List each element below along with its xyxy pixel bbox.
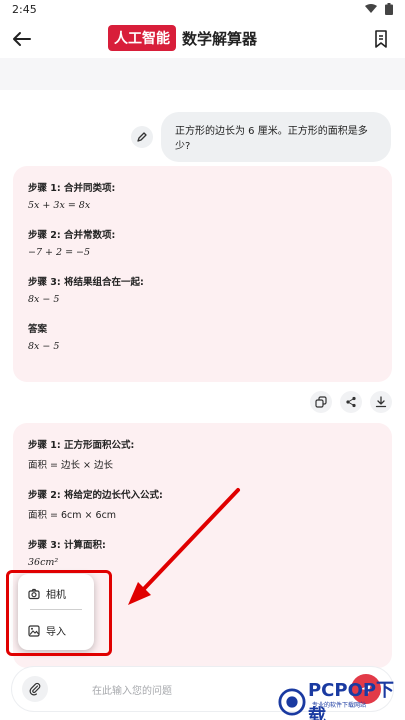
step-heading: 步骤 3: 将结果组合在一起: [28,277,144,288]
copy-button[interactable] [310,391,332,413]
page-title: 数学解算器 [182,29,258,48]
step-heading: 步骤 1: 正方形面积公式: [28,440,135,451]
ai-badge: 人工智能 [108,25,176,51]
edit-message-button[interactable] [131,126,153,148]
user-message-bubble: 正方形的边长为 6 厘米。正方形的面积是多少? [161,112,391,162]
step-equation: −7 + 2 = −5 [28,247,91,258]
download-button[interactable] [370,391,392,413]
back-button[interactable] [8,25,36,53]
paperclip-icon [29,682,41,696]
arrow-left-icon [13,32,31,46]
user-message-row: 正方形的边长为 6 厘米。正方形的面积是多少? [131,112,391,162]
share-button[interactable] [340,391,362,413]
pencil-icon [137,132,147,142]
status-icons [365,3,393,15]
bookmark-button[interactable] [369,27,393,51]
download-icon [375,396,387,408]
attach-button[interactable] [22,676,48,702]
watermark-text: PCPOP下载 [307,680,395,720]
solution-step: 步骤 2: 合并常数项: −7 + 2 = −5 [28,227,377,258]
pcpop-watermark: PCPOP下载 专业的软件下载网站 [278,676,405,720]
pcpop-logo-icon [278,688,306,716]
answer-card-1: 步骤 1: 合并同类项: 5x + 3x = 8x 步骤 2: 合并常数项: −… [13,166,392,382]
solution-step: 步骤 3: 将结果组合在一起: 8x − 5 [28,274,377,305]
step-equation: 8x − 5 [28,294,60,305]
step-heading: 步骤 2: 将给定的边长代入公式: [28,490,163,501]
solution-step: 步骤 3: 计算面积: 36cm² [28,537,377,568]
step-heading: 步骤 2: 合并常数项: [28,230,116,241]
step-equation: 36cm² [28,557,59,568]
step-equation: 面积 = 6cm × 6cm [28,510,117,521]
app-bar: 人工智能 数学解算器 [0,22,405,58]
question-input[interactable]: 在此输入您的问题 [92,682,172,697]
answer-heading: 答案 [28,324,48,335]
solution-step: 步骤 1: 正方形面积公式: 面积 = 边长 × 边长 [28,437,377,471]
bookmark-icon [375,30,387,48]
step-heading: 步骤 1: 合并同类项: [28,183,116,194]
app-title: 人工智能 数学解算器 [108,25,257,51]
step-equation: 5x + 3x = 8x [28,200,91,211]
step-equation: 面积 = 边长 × 边长 [28,460,113,471]
solution-step: 步骤 2: 将给定的边长代入公式: 面积 = 6cm × 6cm [28,487,377,521]
answer-actions [310,391,392,413]
wifi-icon [365,4,377,13]
solution-step: 步骤 1: 合并同类项: 5x + 3x = 8x [28,180,377,211]
share-icon [346,396,356,408]
header-fade [0,58,405,90]
annotation-highlight-box [6,570,112,656]
battery-icon [385,3,393,15]
status-time: 2:45 [12,3,37,16]
step-heading: 步骤 3: 计算面积: [28,540,106,551]
status-bar: 2:45 [0,0,405,22]
watermark-subtext: 专业的软件下载网站 [312,702,367,709]
answer-block: 答案 8x − 5 [28,321,377,352]
answer-equation: 8x − 5 [28,341,60,352]
copy-icon [315,396,327,408]
